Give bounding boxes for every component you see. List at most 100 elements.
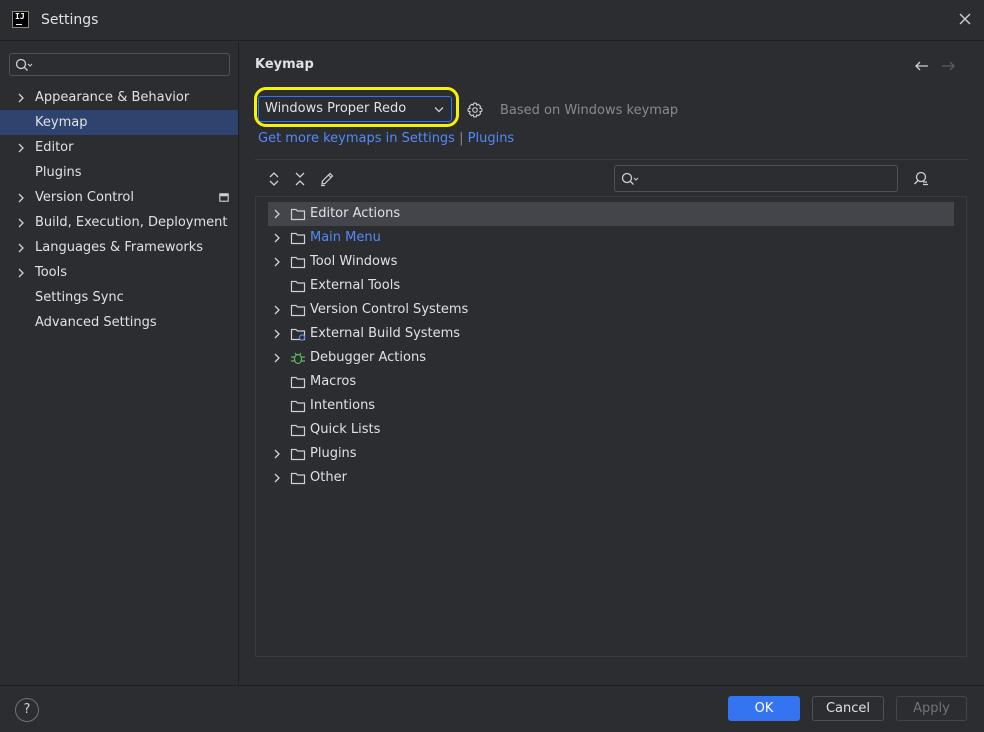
section-divider — [255, 159, 968, 160]
tree-node-external-tools[interactable]: External Tools — [268, 274, 954, 298]
tree-node-label: Intentions — [310, 398, 376, 413]
tree-node-label: Other — [310, 470, 347, 485]
gear-icon[interactable] — [467, 102, 483, 118]
sidebar-item-version-control[interactable]: Version Control — [0, 185, 238, 210]
page-title: Keymap — [255, 57, 314, 72]
cancel-button[interactable]: Cancel — [812, 696, 884, 721]
chevron-right-icon[interactable] — [17, 193, 25, 203]
sidebar-item-settings-sync[interactable]: Settings Sync — [0, 285, 238, 310]
get-more-keymaps-link[interactable]: Get more keymaps in Settings — [258, 131, 455, 146]
tree-node-label: Debugger Actions — [310, 350, 426, 365]
tree-node-external-build-systems[interactable]: External Build Systems — [268, 322, 954, 346]
ok-button[interactable]: OK — [728, 696, 800, 721]
tree-node-other[interactable]: Other — [268, 466, 954, 490]
sidebar-item-advanced-settings[interactable]: Advanced Settings — [0, 310, 238, 335]
sidebar-search-input[interactable] — [34, 56, 224, 73]
chevron-right-icon[interactable] — [273, 257, 281, 267]
sidebar-item-editor[interactable]: Editor — [0, 135, 238, 160]
sidebar-item-label: Version Control — [35, 190, 134, 205]
tree-node-macros[interactable]: Macros — [268, 370, 954, 394]
tree-node-intentions[interactable]: Intentions — [268, 394, 954, 418]
actions-search-input[interactable] — [641, 170, 891, 187]
based-on-text: Based on Windows keymap — [500, 103, 679, 118]
chevron-right-icon[interactable] — [17, 243, 25, 253]
chevron-right-icon[interactable] — [273, 449, 281, 459]
folder-icon — [290, 376, 306, 389]
folder-icon — [290, 448, 306, 461]
tree-node-quick-lists[interactable]: Quick Lists — [268, 418, 954, 442]
chevron-right-icon[interactable] — [273, 473, 281, 483]
chevron-right-icon[interactable] — [17, 218, 25, 228]
tree-node-label: Quick Lists — [310, 422, 381, 437]
tree-node-label: Tool Windows — [310, 254, 398, 269]
sidebar-item-keymap[interactable]: Keymap — [0, 110, 238, 135]
chevron-right-icon[interactable] — [273, 305, 281, 315]
actions-search-box[interactable] — [614, 165, 898, 192]
sidebar-search-box[interactable] — [9, 53, 230, 76]
sidebar-item-label: Appearance & Behavior — [35, 90, 190, 105]
dialog-footer: ? OK Cancel Apply — [0, 685, 984, 732]
sidebar-item-build-execution-deployment[interactable]: Build, Execution, Deployment — [0, 210, 238, 235]
chevron-right-icon[interactable] — [17, 93, 25, 103]
sidebar-item-languages-frameworks[interactable]: Languages & Frameworks — [0, 235, 238, 260]
settings-sidebar: Appearance & Behavior Keymap Editor Plugins… — [0, 42, 239, 685]
chevron-right-icon[interactable] — [17, 268, 25, 278]
plugins-link[interactable]: Plugins — [468, 131, 515, 146]
tree-node-editor-actions[interactable]: Editor Actions — [268, 202, 954, 226]
folder-icon — [290, 400, 306, 413]
tree-node-label: External Build Systems — [310, 326, 461, 341]
folder-gear-icon — [290, 328, 306, 341]
tree-node-label: Version Control Systems — [310, 302, 469, 317]
tree-node-label: Main Menu — [310, 230, 381, 245]
sidebar-item-label: Settings Sync — [35, 290, 124, 305]
folder-icon — [290, 256, 306, 269]
help-button[interactable]: ? — [15, 698, 39, 722]
sidebar-nav: Appearance & Behavior Keymap Editor Plugins… — [0, 85, 238, 335]
sidebar-item-appearance-behavior[interactable]: Appearance & Behavior — [0, 85, 238, 110]
tree-node-plugins[interactable]: Plugins — [268, 442, 954, 466]
collapse-all-icon[interactable] — [293, 171, 307, 187]
more-keymaps-links: Get more keymaps in Settings | Plugins — [258, 131, 514, 146]
chevron-right-icon[interactable] — [273, 233, 281, 243]
tree-node-label: Editor Actions — [310, 206, 401, 221]
sidebar-item-label: Build, Execution, Deployment — [35, 215, 228, 230]
edit-shortcut-icon[interactable] — [319, 171, 335, 187]
actions-tree-panel: Editor Actions Main Menu Tool Windows Exter… — [255, 196, 967, 657]
tree-node-version-control-systems[interactable]: Version Control Systems — [268, 298, 954, 322]
tree-node-debugger-actions[interactable]: Debugger Actions — [268, 346, 954, 370]
folder-icon — [290, 472, 306, 485]
actions-tree: Editor Actions Main Menu Tool Windows Exter… — [268, 202, 954, 490]
close-icon[interactable] — [956, 10, 974, 28]
chevron-right-icon[interactable] — [273, 209, 281, 219]
sidebar-item-label: Tools — [35, 265, 68, 280]
app-logo-text: IJ — [15, 12, 25, 21]
arrow-left-icon[interactable] — [914, 60, 930, 72]
find-by-shortcut-icon[interactable] — [912, 171, 930, 187]
tree-node-tool-windows[interactable]: Tool Windows — [268, 250, 954, 274]
sidebar-item-label: Languages & Frameworks — [35, 240, 204, 255]
expand-all-icon[interactable] — [267, 171, 281, 187]
sidebar-item-label: Editor — [35, 140, 74, 155]
folder-icon — [290, 424, 306, 437]
keymap-dropdown[interactable]: Windows Proper Redo — [258, 96, 452, 122]
link-separator: | — [459, 131, 464, 146]
sidebar-item-label: Plugins — [35, 165, 82, 180]
sidebar-item-label: Advanced Settings — [35, 315, 157, 330]
tree-node-label: Plugins — [310, 446, 357, 461]
window-title: Settings — [41, 12, 99, 28]
title-bar: IJ Settings — [0, 0, 984, 41]
tree-node-main-menu[interactable]: Main Menu — [268, 226, 954, 250]
folder-icon — [290, 304, 306, 317]
project-settings-icon — [219, 193, 229, 202]
apply-button[interactable]: Apply — [896, 696, 967, 721]
chevron-right-icon[interactable] — [17, 143, 25, 153]
chevron-down-icon — [434, 107, 444, 113]
sidebar-item-tools[interactable]: Tools — [0, 260, 238, 285]
chevron-right-icon[interactable] — [273, 329, 281, 339]
sidebar-item-plugins[interactable]: Plugins — [0, 160, 238, 185]
chevron-right-icon[interactable] — [273, 353, 281, 363]
arrow-right-icon[interactable] — [940, 60, 956, 72]
tree-node-label: External Tools — [310, 278, 401, 293]
keymap-dropdown-value: Windows Proper Redo — [265, 101, 407, 116]
intellij-logo-icon: IJ — [12, 11, 29, 28]
